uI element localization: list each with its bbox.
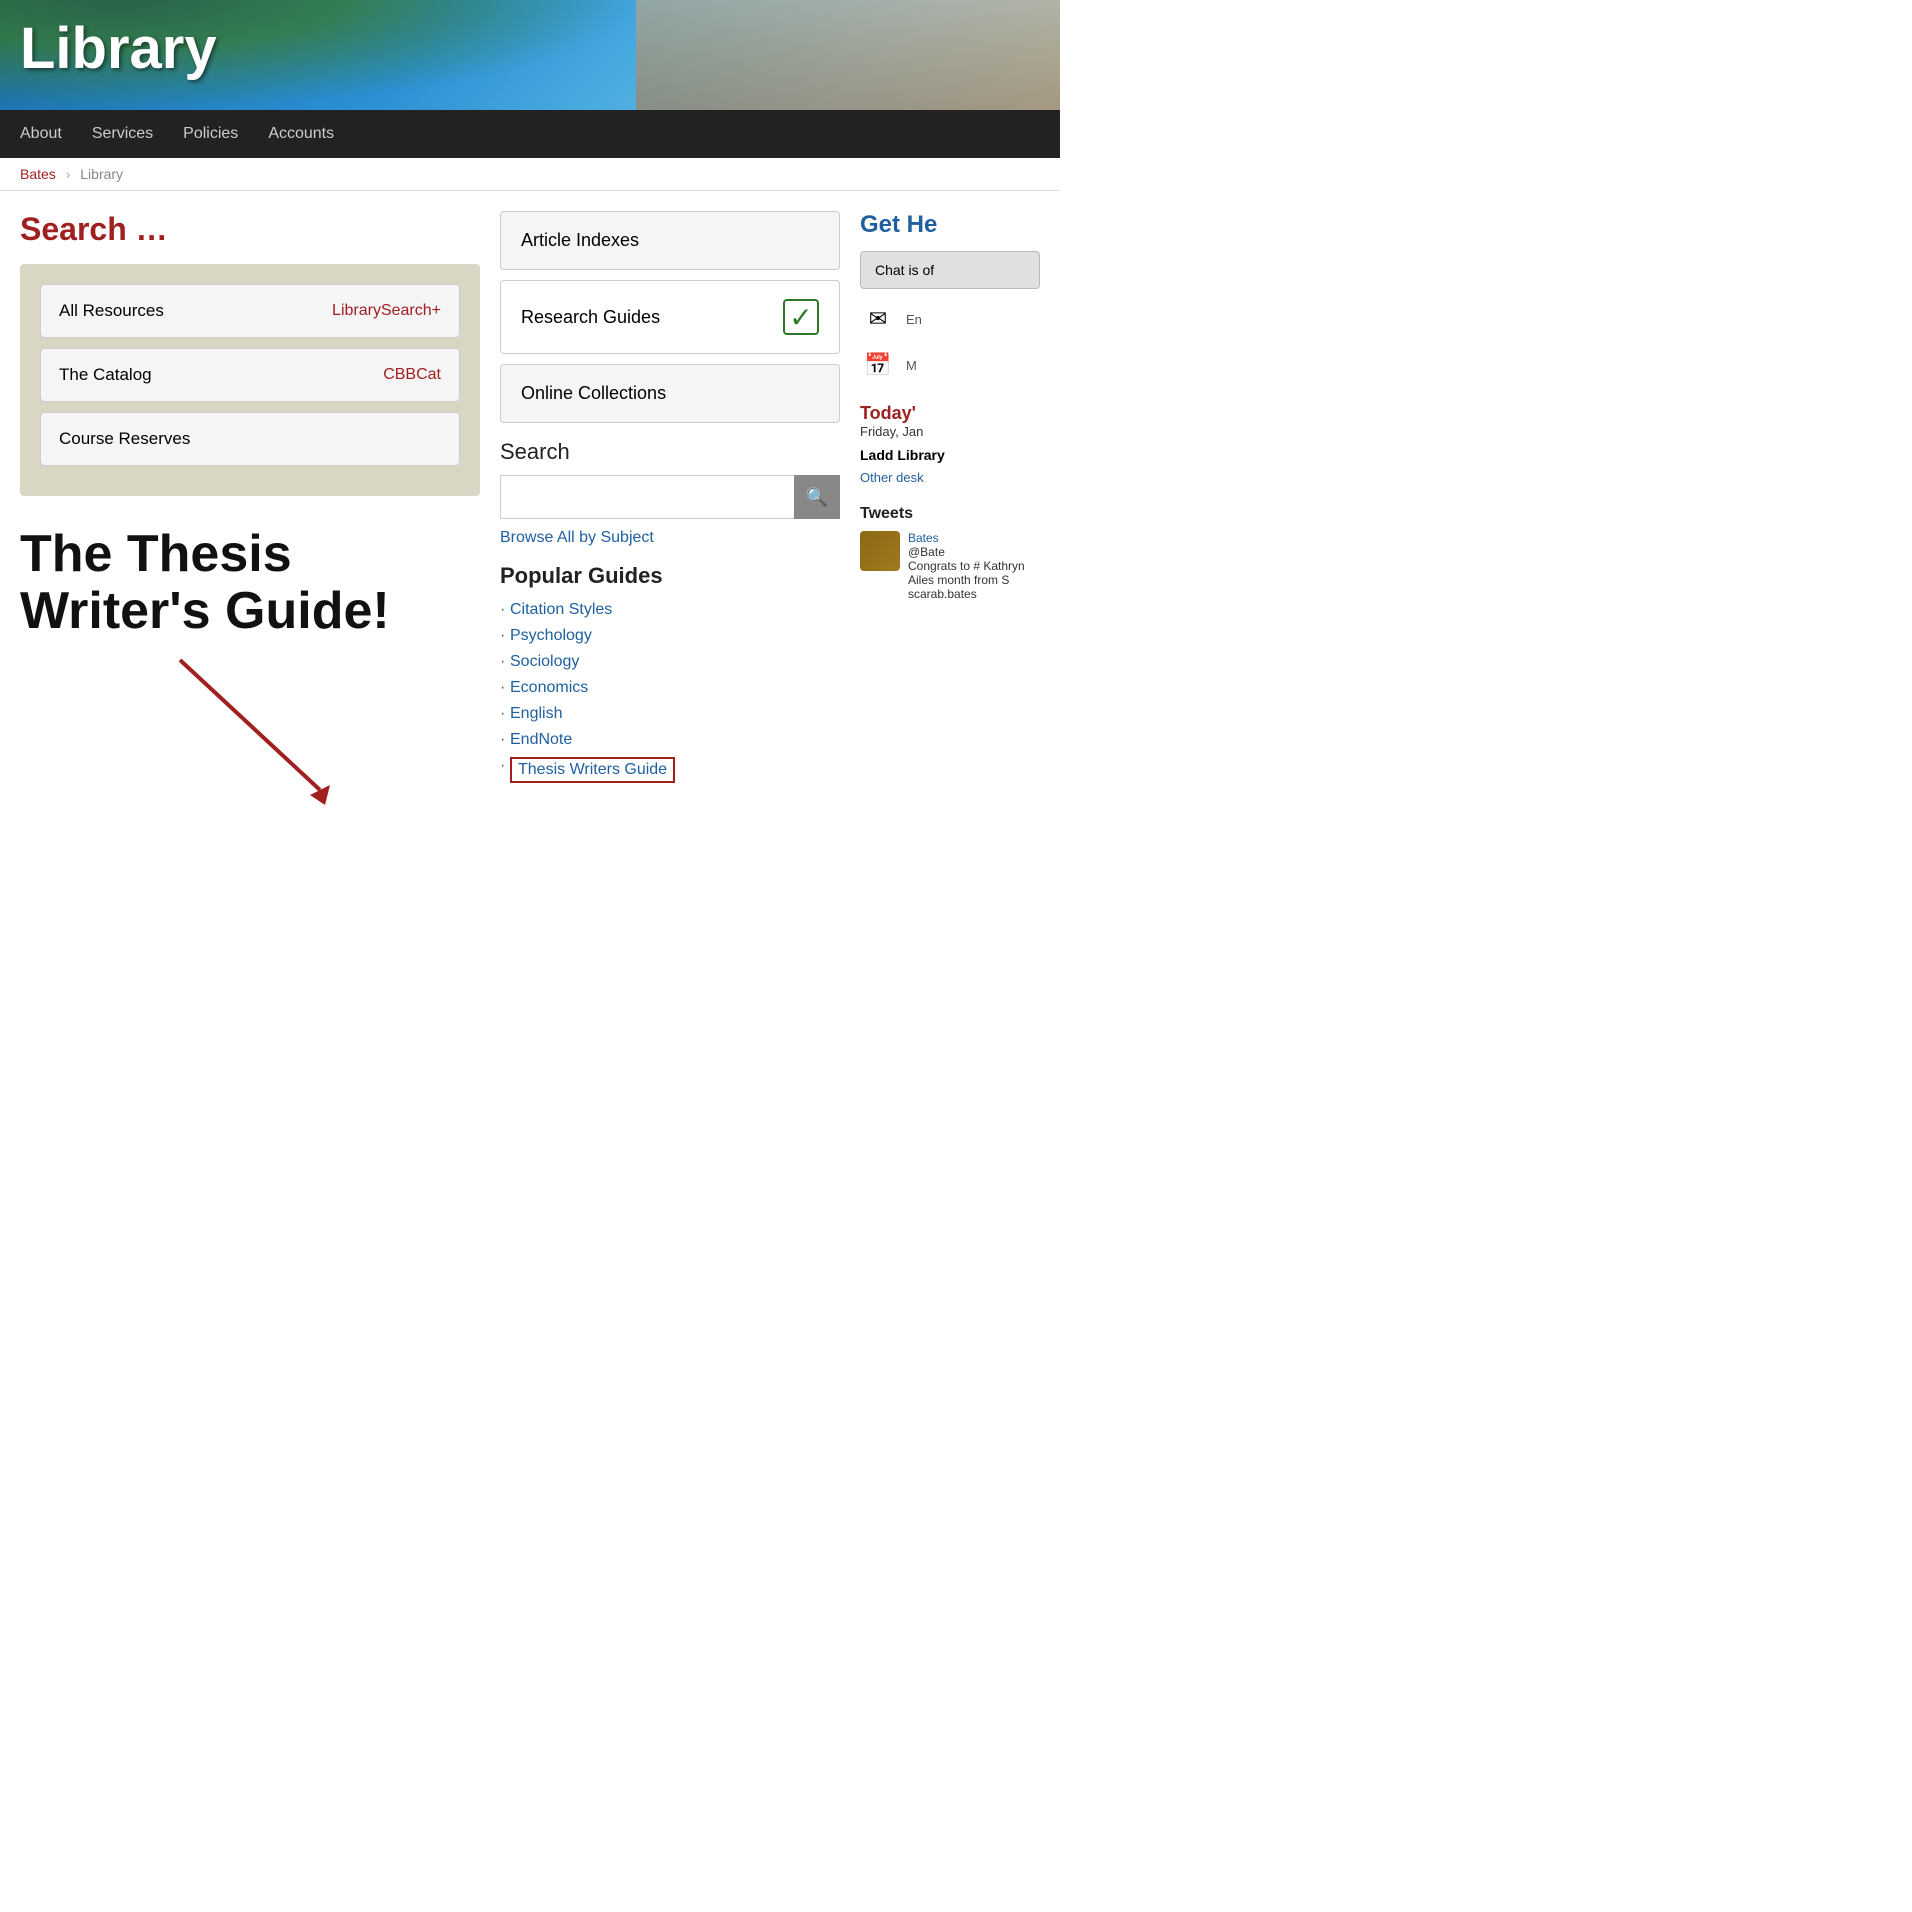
search-button[interactable]: 🔍	[794, 475, 840, 519]
endnote-link[interactable]: EndNote	[510, 731, 572, 748]
catalog-btn[interactable]: The Catalog CBBCat	[40, 348, 460, 402]
breadcrumb-library: Library	[80, 166, 123, 182]
tweet-text: Congrats to # Kathryn Ailes month from S…	[908, 559, 1040, 601]
arrow-icon	[100, 650, 400, 810]
course-reserves-btn[interactable]: Course Reserves	[40, 412, 460, 466]
tweet-user: Bates	[908, 531, 1040, 545]
today-date: Friday, Jan	[860, 424, 1040, 439]
main-container: Search … All Resources LibrarySearch+ Th…	[0, 191, 1060, 830]
citation-styles-link[interactable]: Citation Styles	[510, 601, 612, 618]
calendar-icon: 📅	[860, 347, 896, 383]
popular-guides-heading: Popular Guides	[500, 563, 840, 589]
tweet-item: Bates @Bate Congrats to # Kathryn Ailes …	[860, 531, 1040, 601]
list-item: Psychology	[500, 627, 840, 645]
other-desk-link[interactable]: Other desk	[860, 470, 924, 485]
tweets-section: Tweets Bates @Bate Congrats to # Kathryn…	[860, 505, 1040, 601]
tweet-handle-text: @Bate	[908, 545, 1040, 559]
search-label: Search	[500, 439, 840, 465]
list-item: Economics	[500, 679, 840, 697]
browse-all-link[interactable]: Browse All by Subject	[500, 529, 840, 547]
annotation-text: The ThesisWriter's Guide!	[20, 526, 480, 640]
navbar: About Services Policies Accounts	[0, 110, 1060, 158]
article-indexes-label: Article Indexes	[521, 230, 639, 251]
chat-button[interactable]: Chat is of	[860, 251, 1040, 289]
list-item-highlighted: Thesis Writers Guide	[500, 757, 840, 783]
sociology-link[interactable]: Sociology	[510, 653, 579, 670]
breadcrumb-separator: ›	[66, 166, 71, 182]
search-input-row: 🔍	[500, 475, 840, 519]
sidebar-email-item: ✉ En	[860, 301, 1040, 337]
breadcrumb-bates[interactable]: Bates	[20, 166, 56, 182]
site-title: Library	[20, 15, 217, 82]
breadcrumb: Bates › Library	[0, 158, 1060, 191]
cbbcat-link: CBBCat	[383, 366, 441, 384]
nav-services[interactable]: Services	[92, 111, 153, 157]
online-collections-btn[interactable]: Online Collections	[500, 364, 840, 423]
psychology-link[interactable]: Psychology	[510, 627, 592, 644]
popular-guides-list: Citation Styles Psychology Sociology Eco…	[500, 601, 840, 783]
tweet-content: Bates @Bate Congrats to # Kathryn Ailes …	[908, 531, 1040, 601]
all-resources-label: All Resources	[59, 301, 164, 321]
online-collections-label: Online Collections	[521, 383, 666, 404]
email-icon: ✉	[860, 301, 896, 337]
all-resources-btn[interactable]: All Resources LibrarySearch+	[40, 284, 460, 338]
library-search-link: LibrarySearch+	[332, 302, 441, 320]
course-reserves-label: Course Reserves	[59, 429, 190, 449]
sidebar-heading: Get He	[860, 211, 1040, 239]
today-section: Today' Friday, Jan Ladd Library Other de…	[860, 403, 1040, 485]
research-guides-label: Research Guides	[521, 307, 660, 328]
list-item: English	[500, 705, 840, 723]
article-indexes-btn[interactable]: Article Indexes	[500, 211, 840, 270]
economics-link[interactable]: Economics	[510, 679, 588, 696]
header-banner: Library	[0, 0, 1060, 110]
arrow-container	[20, 650, 480, 810]
tweet-avatar-image	[860, 531, 900, 571]
sidebar-email-text: En	[906, 312, 922, 327]
sidebar-calendar-item: 📅 M	[860, 347, 1040, 383]
building-overlay	[636, 0, 1060, 110]
nav-about[interactable]: About	[20, 111, 62, 157]
guide-buttons: Article Indexes Research Guides ✓ Online…	[500, 211, 840, 423]
tweet-avatar	[860, 531, 900, 571]
research-guides-btn[interactable]: Research Guides ✓	[500, 280, 840, 354]
list-item: EndNote	[500, 731, 840, 749]
list-item: Sociology	[500, 653, 840, 671]
today-location: Ladd Library	[860, 447, 1040, 463]
list-item: Citation Styles	[500, 601, 840, 619]
left-search-box: All Resources LibrarySearch+ The Catalog…	[20, 264, 480, 496]
nav-policies[interactable]: Policies	[183, 111, 238, 157]
nav-accounts[interactable]: Accounts	[268, 111, 334, 157]
annotation-area: The ThesisWriter's Guide!	[20, 526, 480, 810]
english-link[interactable]: English	[510, 705, 562, 722]
sidebar-calendar-text: M	[906, 358, 917, 373]
search-heading: Search …	[20, 211, 480, 248]
left-column: Search … All Resources LibrarySearch+ Th…	[20, 211, 480, 810]
tweets-heading: Tweets	[860, 505, 1040, 523]
search-input[interactable]	[500, 475, 794, 519]
today-heading: Today'	[860, 403, 1040, 424]
sidebar-column: Get He Chat is of ✉ En 📅 M Today' Friday…	[860, 211, 1040, 810]
catalog-label: The Catalog	[59, 365, 152, 385]
checkmark-icon: ✓	[783, 299, 819, 335]
thesis-writers-guide-link[interactable]: Thesis Writers Guide	[510, 757, 675, 783]
middle-column: Article Indexes Research Guides ✓ Online…	[500, 211, 840, 810]
